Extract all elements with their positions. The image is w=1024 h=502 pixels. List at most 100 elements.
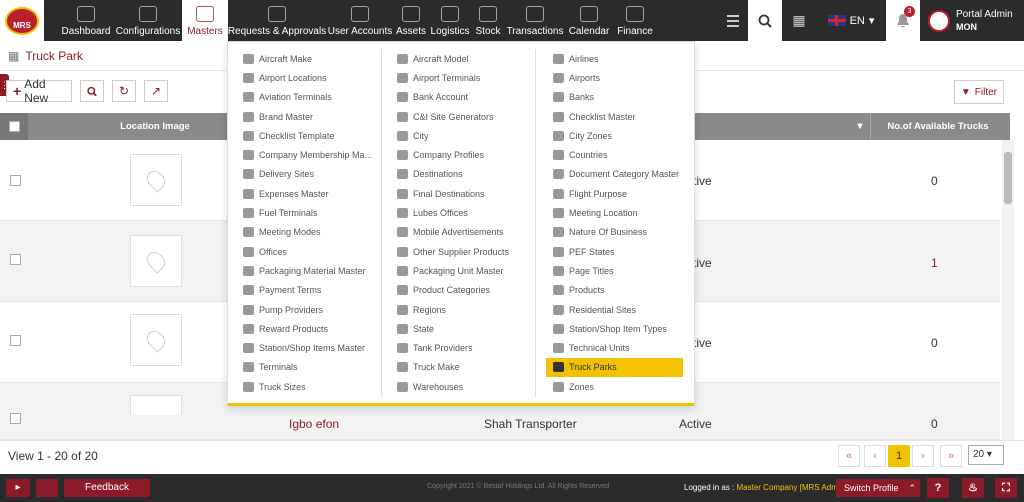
menu-item-page-titles[interactable]: Page Titles	[538, 261, 693, 280]
row-checkbox[interactable]	[10, 175, 21, 186]
menu-item-company-profiles[interactable]: Company Profiles	[382, 145, 535, 164]
export-button[interactable]: ↗	[144, 80, 168, 102]
row-checkbox[interactable]	[10, 413, 21, 424]
funnel-icon[interactable]: ▼	[852, 113, 868, 140]
switch-profile-button[interactable]: Switch Profile ⌃	[836, 479, 920, 497]
search-grid-button[interactable]	[80, 80, 104, 102]
menu-item-packaging-material-master[interactable]: Packaging Material Master	[228, 261, 383, 280]
menu-item-regions[interactable]: Regions	[382, 300, 535, 319]
menu-item-other-supplier-products[interactable]: Other Supplier Products	[382, 242, 535, 261]
feedback-button[interactable]: Feedback	[64, 479, 150, 497]
bookmark-button[interactable]	[36, 479, 58, 497]
page-number-current[interactable]: 1	[888, 445, 910, 467]
menu-item-meeting-modes[interactable]: Meeting Modes	[228, 223, 383, 242]
menu-toggle-button[interactable]	[718, 0, 748, 41]
menu-item-truck-sizes[interactable]: Truck Sizes	[228, 377, 383, 396]
menu-item-checklist-template[interactable]: Checklist Template	[228, 126, 383, 145]
nav-configurations[interactable]: Configurations	[114, 0, 182, 41]
menu-item-checklist-master[interactable]: Checklist Master	[538, 107, 693, 126]
nav-finance[interactable]: Finance	[612, 0, 658, 41]
filter-button[interactable]: ▼ Filter	[953, 80, 1004, 104]
prev-page-button[interactable]: ‹	[864, 445, 886, 467]
announcement-button[interactable]: ▸	[6, 479, 30, 497]
nav-logistics[interactable]: Logistics	[428, 0, 472, 41]
nav-dashboard[interactable]: Dashboard	[58, 0, 114, 41]
menu-item-pef-states[interactable]: PEF States	[538, 242, 693, 261]
menu-item-station-shop-item-types[interactable]: Station/Shop Item Types	[538, 319, 693, 338]
menu-item-final-destinations[interactable]: Final Destinations	[382, 184, 535, 203]
nav-requests-approvals[interactable]: Requests & Approvals	[228, 0, 326, 41]
menu-item-airport-terminals[interactable]: Airport Terminals	[382, 68, 535, 87]
menu-item-zones[interactable]: Zones	[538, 377, 693, 396]
next-page-button[interactable]: ›	[912, 445, 934, 467]
scrollbar-thumb[interactable]	[1004, 152, 1012, 204]
menu-item-aviation-terminals[interactable]: Aviation Terminals	[228, 88, 383, 107]
menu-item-aircraft-make[interactable]: Aircraft Make	[228, 49, 383, 68]
menu-item-company-membership-ma[interactable]: Company Membership Ma...	[228, 145, 383, 164]
menu-item-payment-terms[interactable]: Payment Terms	[228, 281, 383, 300]
add-new-button[interactable]: + Add New	[6, 77, 72, 105]
help-icon[interactable]: ?	[927, 478, 949, 498]
menu-item-destinations[interactable]: Destinations	[382, 165, 535, 184]
menu-item-city[interactable]: City	[382, 126, 535, 145]
menu-item-technical-units[interactable]: Technical Units	[538, 338, 693, 357]
notifications-button[interactable]: 3	[886, 0, 920, 41]
name-cell[interactable]: Igbo efon	[289, 417, 339, 431]
menu-item-document-category-master[interactable]: Document Category Master	[538, 165, 693, 184]
menu-item-mobile-advertisements[interactable]: Mobile Advertisements	[382, 223, 535, 242]
menu-item-pump-providers[interactable]: Pump Providers	[228, 300, 383, 319]
search-button[interactable]	[748, 0, 782, 41]
menu-item-station-shop-items-master[interactable]: Station/Shop Items Master	[228, 338, 383, 357]
menu-item-truck-make[interactable]: Truck Make	[382, 358, 535, 377]
menu-item-packaging-unit-master[interactable]: Packaging Unit Master	[382, 261, 535, 280]
menu-item-bank-account[interactable]: Bank Account	[382, 88, 535, 107]
select-all-checkbox[interactable]	[9, 121, 20, 132]
menu-item-meeting-location[interactable]: Meeting Location	[538, 203, 693, 222]
menu-item-products[interactable]: Products	[538, 281, 693, 300]
table-scrollbar[interactable]	[1002, 140, 1014, 440]
nav-stock[interactable]: Stock	[472, 0, 504, 41]
fire-icon[interactable]: ♨	[962, 478, 984, 498]
menu-item-warehouses[interactable]: Warehouses	[382, 377, 535, 396]
nav-transactions[interactable]: Transactions	[504, 0, 566, 41]
last-page-button[interactable]: »	[940, 445, 962, 467]
menu-item-flight-purpose[interactable]: Flight Purpose	[538, 184, 693, 203]
menu-item-brand-master[interactable]: Brand Master	[228, 107, 383, 126]
nav-assets[interactable]: Assets	[394, 0, 428, 41]
brand-logo[interactable]: MRS	[0, 0, 44, 41]
menu-item-aircraft-model[interactable]: Aircraft Model	[382, 49, 535, 68]
menu-item-offices[interactable]: Offices	[228, 242, 383, 261]
menu-item-fuel-terminals[interactable]: Fuel Terminals	[228, 203, 383, 222]
menu-item-countries[interactable]: Countries	[538, 145, 693, 164]
nav-masters[interactable]: Masters	[182, 0, 228, 41]
fullscreen-icon[interactable]: ⛶	[995, 478, 1017, 498]
menu-item-lubes-offices[interactable]: Lubes Offices	[382, 203, 535, 222]
menu-item-state[interactable]: State	[382, 319, 535, 338]
menu-item-airports[interactable]: Airports	[538, 68, 693, 87]
language-selector[interactable]: EN ▾	[816, 0, 886, 41]
menu-item-airport-locations[interactable]: Airport Locations	[228, 68, 383, 87]
menu-item-city-zones[interactable]: City Zones	[538, 126, 693, 145]
refresh-button[interactable]: ↻	[112, 80, 136, 102]
menu-item-banks[interactable]: Banks	[538, 88, 693, 107]
row-checkbox[interactable]	[10, 335, 21, 346]
menu-item-terminals[interactable]: Terminals	[228, 358, 383, 377]
menu-item-tank-providers[interactable]: Tank Providers	[382, 338, 535, 357]
first-page-button[interactable]: «	[838, 445, 860, 467]
menu-item-airlines[interactable]: Airlines	[538, 49, 693, 68]
page-size-select[interactable]: 20 ▾	[968, 445, 1004, 465]
nav-calendar[interactable]: Calendar	[566, 0, 612, 41]
col-available-trucks[interactable]: No.of Available Trucks	[870, 113, 1005, 140]
menu-item-c-i-site-generators[interactable]: C&I Site Generators	[382, 107, 535, 126]
menu-item-expenses-master[interactable]: Expenses Master	[228, 184, 383, 203]
menu-item-delivery-sites[interactable]: Delivery Sites	[228, 165, 383, 184]
menu-item-nature-of-business[interactable]: Nature Of Business	[538, 223, 693, 242]
menu-item-product-categories[interactable]: Product Categories	[382, 281, 535, 300]
nav-user-accounts[interactable]: User Accounts	[326, 0, 394, 41]
menu-item-reward-products[interactable]: Reward Products	[228, 319, 383, 338]
apps-grid-button[interactable]: ▦	[782, 0, 816, 41]
row-checkbox[interactable]	[10, 254, 21, 265]
menu-item-residential-sites[interactable]: Residential Sites	[538, 300, 693, 319]
menu-item-truck-parks[interactable]: Truck Parks	[546, 357, 683, 378]
profile-menu[interactable]: Portal Admin MON	[920, 0, 1024, 41]
